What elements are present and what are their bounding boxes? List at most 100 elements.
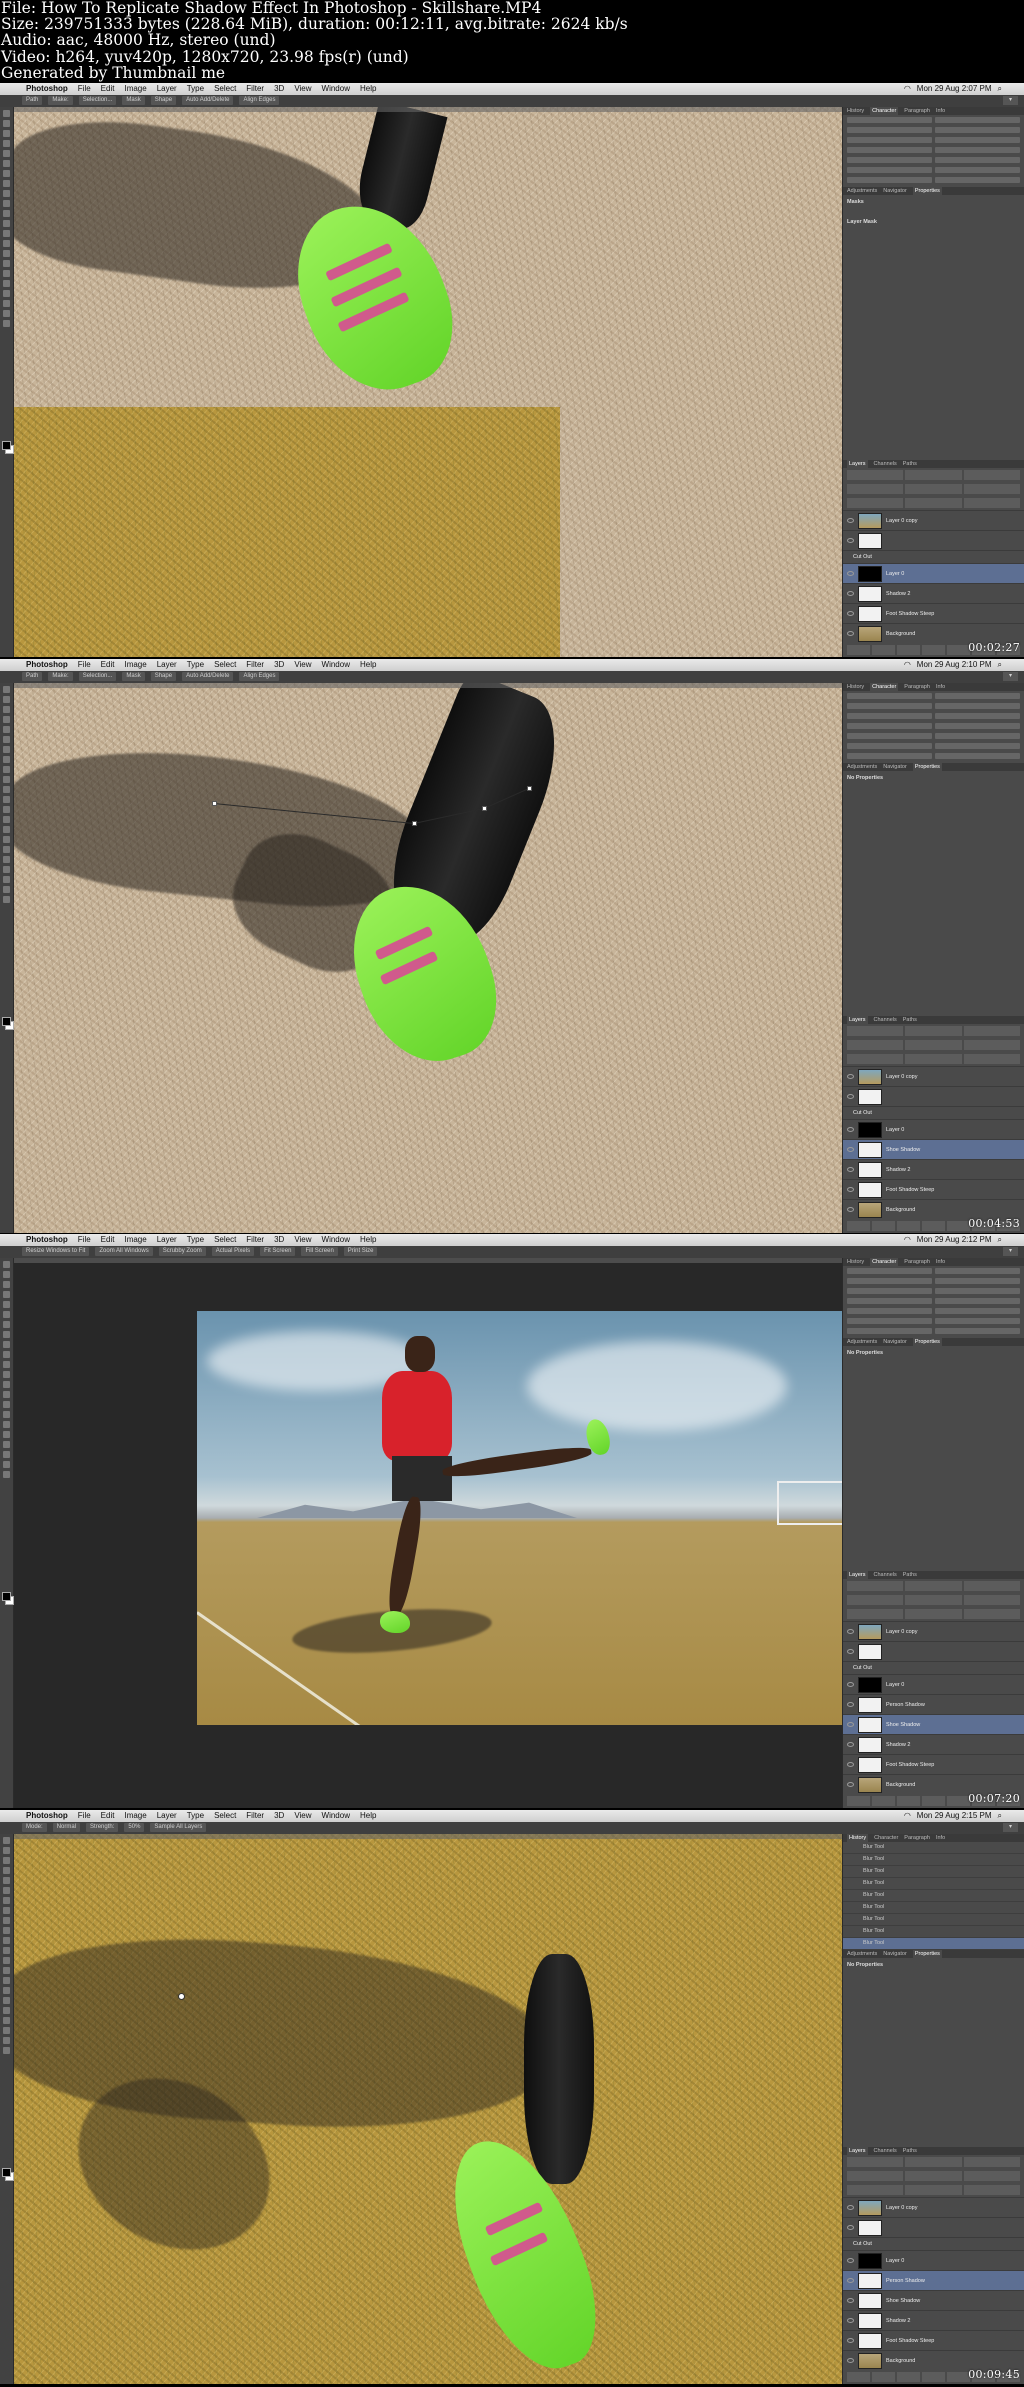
panel-tab[interactable]: Navigator [883, 187, 907, 195]
tool-icon[interactable] [3, 310, 10, 317]
tool-icon[interactable] [3, 2027, 10, 2034]
tool-icon[interactable] [3, 1401, 10, 1408]
panel-tab[interactable]: Paragraph [904, 107, 930, 115]
layer-controls-row[interactable] [843, 1052, 1024, 1066]
tool-icon[interactable] [3, 826, 10, 833]
option-item[interactable]: Actual Pixels [211, 1247, 255, 1256]
tool-icon[interactable] [3, 1957, 10, 1964]
layer-row[interactable]: Shadow 2 [843, 583, 1024, 603]
layer-controls-row[interactable] [843, 496, 1024, 510]
character-setting-row[interactable] [847, 1308, 1020, 1316]
panel-tab[interactable]: Paths [903, 1571, 917, 1579]
tool-icon[interactable] [3, 190, 10, 197]
tool-icon[interactable] [3, 1947, 10, 1954]
menu-select[interactable]: Select [214, 83, 236, 95]
layer-row[interactable]: Shadow 2 [843, 1734, 1024, 1754]
wifi-icon[interactable]: ◠ [904, 1234, 911, 1246]
tool-icon[interactable] [3, 1461, 10, 1468]
option-item[interactable]: 50% [124, 1823, 145, 1832]
tool-icon[interactable] [3, 1291, 10, 1298]
menu-image[interactable]: Image [124, 1810, 146, 1822]
layer-row[interactable]: Shoe Shadow [843, 1714, 1024, 1734]
tool-icon[interactable] [3, 1867, 10, 1874]
tool-icon[interactable] [3, 716, 10, 723]
panel-tab[interactable]: Layers [847, 1571, 868, 1579]
menu-3d[interactable]: 3D [274, 1234, 284, 1246]
option-item[interactable]: Zoom All Windows [95, 1247, 153, 1256]
panel-tab[interactable]: Properties [912, 187, 942, 195]
option-item[interactable]: Selection... [78, 96, 117, 105]
menu-select[interactable]: Select [214, 1810, 236, 1822]
wifi-icon[interactable]: ◠ [904, 659, 911, 671]
layer-row[interactable]: Layer 0 [843, 563, 1024, 583]
character-setting-row[interactable] [847, 157, 1020, 165]
menu-type[interactable]: Type [187, 83, 204, 95]
menu-layer[interactable]: Layer [157, 1234, 177, 1246]
menu-layer[interactable]: Layer [157, 83, 177, 95]
search-icon[interactable]: ⌕ [998, 659, 1002, 671]
foreground-color-swatch[interactable] [2, 441, 11, 450]
layer-row[interactable]: Layer 0 [843, 1674, 1024, 1694]
visibility-eye-icon[interactable] [847, 1167, 854, 1172]
visibility-eye-icon[interactable] [847, 1722, 854, 1727]
option-item[interactable]: Align Edges [239, 672, 280, 681]
search-icon[interactable]: ⌕ [998, 1810, 1002, 1822]
menu-3d[interactable]: 3D [274, 1810, 284, 1822]
tool-icon[interactable] [3, 816, 10, 823]
character-setting-row[interactable] [847, 137, 1020, 145]
menu-filter[interactable]: Filter [246, 1234, 264, 1246]
layer-controls-row[interactable] [843, 1024, 1024, 1038]
tool-icon[interactable] [3, 270, 10, 277]
document-canvas[interactable] [14, 1258, 842, 1808]
character-setting-row[interactable] [847, 743, 1020, 751]
clock[interactable]: Mon 29 Aug 2:15 PM [917, 1810, 992, 1822]
tool-icon[interactable] [3, 320, 10, 327]
option-item[interactable]: Path [22, 96, 43, 105]
character-setting-row[interactable] [847, 693, 1020, 701]
tool-icon[interactable] [3, 1441, 10, 1448]
layer-row[interactable] [843, 2217, 1024, 2237]
menu-photoshop[interactable]: Photoshop [26, 1234, 68, 1246]
panel-tab[interactable]: Adjustments [847, 763, 877, 771]
panel-tab[interactable]: Character [874, 1834, 898, 1842]
tool-icon[interactable] [3, 796, 10, 803]
character-setting-row[interactable] [847, 177, 1020, 185]
panel-tab[interactable]: History [847, 1258, 864, 1266]
layer-row[interactable]: Shadow 2 [843, 2310, 1024, 2330]
visibility-eye-icon[interactable] [847, 611, 854, 616]
foreground-color-swatch[interactable] [2, 2168, 11, 2177]
menu-layer[interactable]: Layer [157, 659, 177, 671]
history-state[interactable]: Blur Tool [843, 1878, 1024, 1890]
menu-image[interactable]: Image [124, 83, 146, 95]
tool-icon[interactable] [3, 150, 10, 157]
option-item[interactable]: Shape [150, 96, 177, 105]
layer-row[interactable]: Layer 0 [843, 1119, 1024, 1139]
tool-icon[interactable] [3, 696, 10, 703]
layer-row[interactable]: Background [843, 1774, 1024, 1794]
panel-tab[interactable]: Layers [847, 1016, 868, 1024]
layer-controls-row[interactable] [843, 1593, 1024, 1607]
character-setting-row[interactable] [847, 723, 1020, 731]
menu-photoshop[interactable]: Photoshop [26, 659, 68, 671]
layer-row[interactable]: Layer 0 copy [843, 1066, 1024, 1086]
option-item[interactable]: Make: [48, 672, 73, 681]
layer-row[interactable]: Foot Shadow Steep [843, 2330, 1024, 2350]
panel-tab[interactable]: Layers [847, 460, 868, 468]
tool-icon[interactable] [3, 1927, 10, 1934]
tool-icon[interactable] [3, 806, 10, 813]
character-setting-row[interactable] [847, 1328, 1020, 1336]
visibility-eye-icon[interactable] [847, 1762, 854, 1767]
tool-icon[interactable] [3, 1261, 10, 1268]
layer-row[interactable]: Shoe Shadow [843, 2290, 1024, 2310]
tool-icon[interactable] [3, 1281, 10, 1288]
tool-icon[interactable] [3, 1381, 10, 1388]
layer-row[interactable]: Layer 0 [843, 2250, 1024, 2270]
tool-icon[interactable] [3, 120, 10, 127]
character-setting-row[interactable] [847, 713, 1020, 721]
character-setting-row[interactable] [847, 1288, 1020, 1296]
history-state[interactable]: Blur Tool [843, 1842, 1024, 1854]
layer-controls-row[interactable] [843, 1607, 1024, 1621]
visibility-eye-icon[interactable] [847, 1702, 854, 1707]
tool-icon[interactable] [3, 160, 10, 167]
menu-file[interactable]: File [78, 659, 91, 671]
